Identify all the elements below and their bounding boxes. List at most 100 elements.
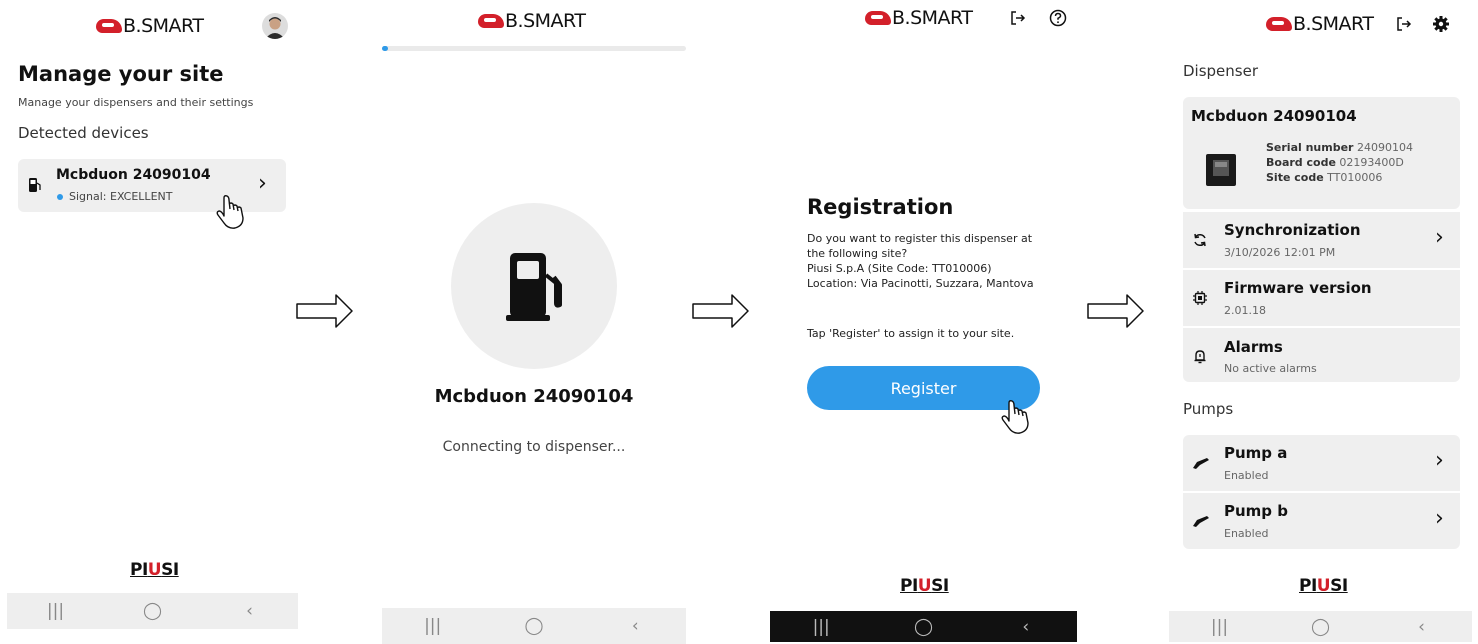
logo-text: B.SMART [892,7,973,29]
pump-status: Enabled [1224,469,1269,482]
alarm-bell-icon [1194,350,1206,364]
firmware-row: Firmware version 2.01.18 [1183,270,1460,326]
android-nav-bar: ||| ◯ ‹ [1169,611,1472,642]
logo-mark [96,19,122,33]
registration-hint: Tap 'Register' to assign it to your site… [807,327,1015,340]
android-nav-bar: ||| ◯ ‹ [382,608,686,644]
device-signal: Signal: EXCELLENT [69,190,173,203]
sync-title: Synchronization [1224,221,1361,239]
flow-arrow-icon [296,294,353,328]
android-nav-bar: ||| ◯ ‹ [7,593,298,629]
avatar-icon [265,17,285,39]
dispenser-name: Mcbduon 24090104 [1191,107,1357,125]
home-button[interactable]: ◯ [133,601,173,621]
logout-icon[interactable] [1010,10,1026,26]
signal-dot [57,194,63,200]
logout-icon[interactable] [1396,16,1412,32]
pumps-section-heading: Pumps [1183,400,1234,418]
pump-title: Pump a [1224,444,1288,462]
board-value: 02193400D [1339,156,1404,169]
synchronization-row[interactable]: Synchronization 3/10/2026 12:01 PM › [1183,212,1460,268]
piusi-text-c: SI [161,560,179,580]
piusi-text-a: PI [900,576,918,596]
chevron-right-icon: › [1435,506,1444,531]
page-title: Manage your site [18,62,224,86]
piusi-logo: PIUSI [130,560,179,580]
flow-arrow-icon [1087,294,1144,328]
piusi-text-b: U [147,560,162,580]
site-value: TT010006 [1327,171,1383,184]
dispenser-details: Serial number 24090104 Board code 021934… [1266,140,1413,185]
logo-text: B.SMART [123,15,204,37]
logo-mark [478,14,504,28]
fuel-nozzle-icon [1193,458,1209,469]
home-button[interactable]: ◯ [1301,617,1341,637]
registration-body: Do you want to register this dispenser a… [807,232,1034,290]
recents-button[interactable]: ||| [36,601,76,621]
bsmart-logo: B.SMART [96,14,204,38]
logo-mark [1266,17,1292,31]
piusi-logo: PIUSI [1299,576,1348,596]
pump-status: Enabled [1224,527,1269,540]
logo-text: B.SMART [505,10,586,32]
home-button[interactable]: ◯ [903,617,943,637]
dispenser-device-icon [1206,154,1236,186]
firmware-value: 2.01.18 [1224,304,1266,317]
register-button-label: Register [890,378,957,398]
progress-bar [382,46,686,51]
piusi-text-a: PI [1299,576,1317,596]
piusi-text-a: PI [130,560,148,580]
device-name: Mcbduon 24090104 [434,386,634,407]
site-label: Site code [1266,171,1324,184]
registration-title: Registration [807,195,954,219]
flow-arrow-icon [692,294,749,328]
back-button[interactable]: ‹ [230,601,270,621]
dispenser-info-card: Mcbduon 24090104 Serial number 24090104 … [1183,97,1460,209]
recents-button[interactable]: ||| [413,616,453,636]
chip-icon [1193,291,1207,305]
page-subtitle: Manage your dispensers and their setting… [18,96,254,109]
serial-value: 24090104 [1356,141,1413,154]
progress-fill [382,46,389,51]
alarms-row: Alarms No active alarms [1183,328,1460,382]
piusi-text-b: U [1316,576,1331,596]
help-icon[interactable] [1049,9,1067,27]
avatar[interactable] [262,13,288,39]
connection-status: Connecting to dispenser... [442,439,626,455]
pump-title: Pump b [1224,502,1288,520]
tap-hand-icon [216,195,244,229]
serial-label: Serial number [1266,141,1354,154]
device-image-circle [451,203,617,369]
sync-value: 3/10/2026 12:01 PM [1224,246,1336,259]
tap-hand-icon [1001,400,1029,434]
sync-icon [1194,233,1206,247]
alarms-value: No active alarms [1224,362,1317,375]
chevron-right-icon: › [1435,225,1444,250]
section-heading: Detected devices [18,124,149,142]
home-button[interactable]: ◯ [514,616,554,636]
back-button[interactable]: ‹ [615,616,655,636]
bsmart-logo: B.SMART [865,6,973,30]
gear-icon[interactable] [1432,15,1450,33]
recents-button[interactable]: ||| [801,617,841,637]
firmware-title: Firmware version [1224,279,1372,297]
chevron-right-icon: › [1435,448,1444,473]
fuel-nozzle-icon [1193,516,1209,527]
piusi-logo: PIUSI [900,576,949,596]
bsmart-logo: B.SMART [1266,12,1374,36]
device-name: Mcbduon 24090104 [56,167,211,183]
android-nav-bar: ||| ◯ ‹ [770,611,1077,642]
recents-button[interactable]: ||| [1200,617,1240,637]
bsmart-logo: B.SMART [478,9,586,33]
dispenser-section-heading: Dispenser [1183,62,1258,80]
logo-mark [865,11,891,25]
back-button[interactable]: ‹ [1006,617,1046,637]
pump-row[interactable]: Pump b Enabled › [1183,493,1460,549]
piusi-text-b: U [917,576,932,596]
back-button[interactable]: ‹ [1402,617,1442,637]
board-label: Board code [1266,156,1336,169]
chevron-right-icon: › [258,171,267,196]
piusi-text-c: SI [931,576,949,596]
pump-row[interactable]: Pump a Enabled › [1183,435,1460,491]
fuel-pump-icon [506,253,562,321]
